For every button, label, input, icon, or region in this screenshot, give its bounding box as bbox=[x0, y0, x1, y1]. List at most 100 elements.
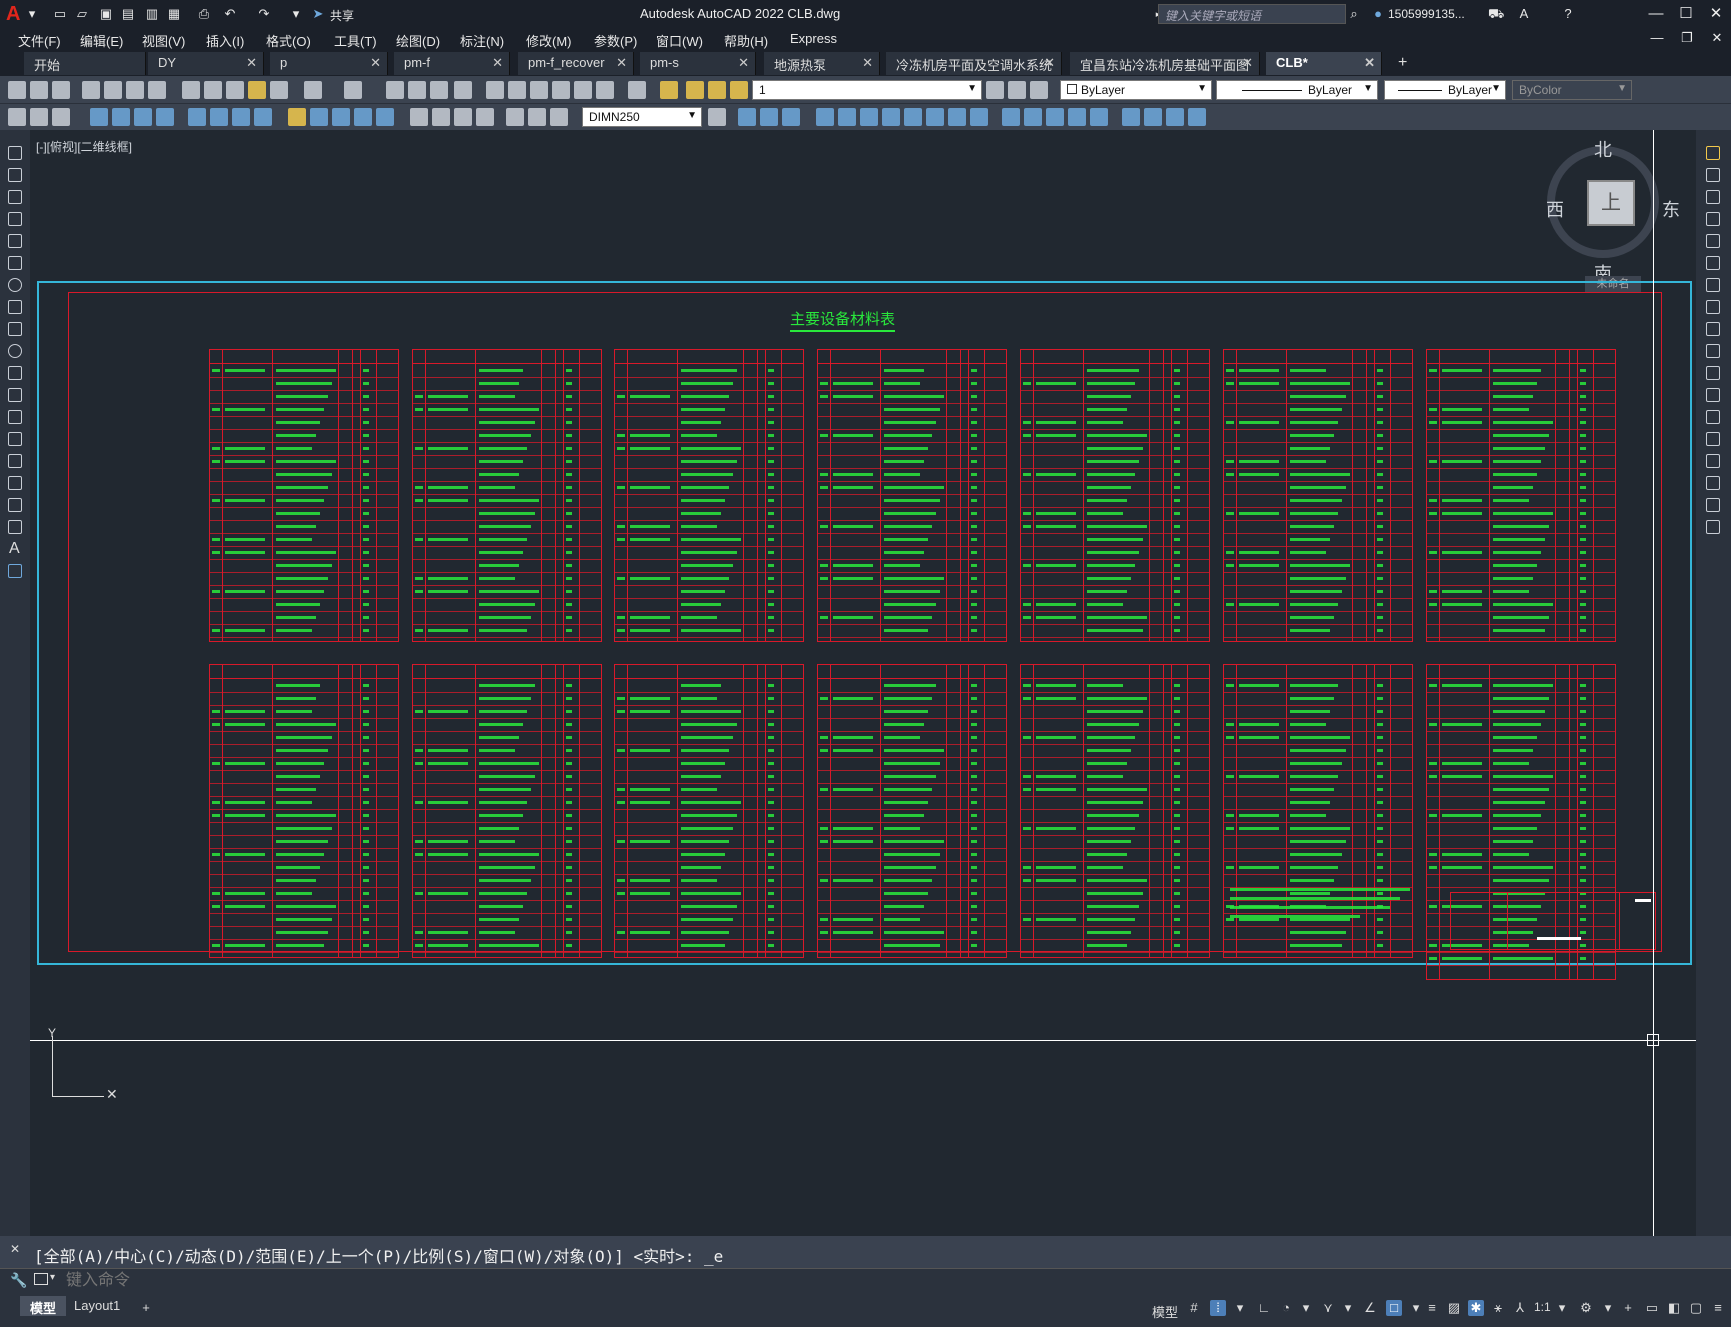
point-icon[interactable] bbox=[8, 432, 22, 446]
minimize-button[interactable]: — bbox=[1645, 4, 1667, 24]
hatch-icon[interactable] bbox=[8, 454, 22, 468]
annotation-visibility-icon[interactable]: ⚹ bbox=[1490, 1300, 1506, 1316]
explode-icon[interactable] bbox=[1090, 108, 1108, 126]
layer-properties-icon[interactable] bbox=[660, 81, 678, 99]
trim-tool-icon[interactable] bbox=[1706, 344, 1720, 358]
arc-length-icon[interactable] bbox=[134, 108, 152, 126]
toolbar-redo-icon[interactable] bbox=[344, 81, 362, 99]
search-icon[interactable]: ⌕ bbox=[1346, 6, 1362, 22]
paste-icon[interactable] bbox=[226, 81, 244, 99]
equipment-table[interactable] bbox=[412, 349, 602, 642]
extend-tool-icon[interactable] bbox=[1706, 366, 1720, 380]
rotate-tool-icon[interactable] bbox=[1706, 278, 1720, 292]
quick-properties-icon[interactable]: ◧ bbox=[1666, 1300, 1682, 1316]
baseline-dimension-icon[interactable] bbox=[310, 108, 328, 126]
color-dropdown[interactable]: ByLayer ▼ bbox=[1060, 80, 1212, 100]
make-block-icon[interactable] bbox=[8, 410, 22, 424]
tab-pm-f-recover[interactable]: pm-f_recover ✕ bbox=[518, 52, 634, 75]
break-icon[interactable] bbox=[1002, 108, 1020, 126]
compass-north[interactable]: 北 bbox=[1594, 136, 1612, 162]
new-file-icon[interactable]: ▭ bbox=[52, 6, 68, 22]
add-selected-icon[interactable] bbox=[8, 564, 22, 578]
blend-icon[interactable] bbox=[1706, 498, 1720, 512]
chevron-down-icon[interactable]: ▾ bbox=[1600, 1300, 1616, 1316]
lineweight-toggle-icon[interactable]: ≡ bbox=[1424, 1300, 1440, 1316]
tab-chiller-room-plan[interactable]: 冷冻机房平面及空调水系统 ✕ bbox=[886, 52, 1062, 75]
tab-dy[interactable]: DY ✕ bbox=[148, 52, 264, 75]
design-center-icon[interactable] bbox=[508, 81, 526, 99]
open-file-icon[interactable]: ▱ bbox=[74, 6, 90, 22]
sheet-set-icon[interactable] bbox=[552, 81, 570, 99]
gradient-icon[interactable] bbox=[8, 476, 22, 490]
menu-view[interactable]: 视图(V) bbox=[142, 31, 185, 50]
menu-file[interactable]: 文件(F) bbox=[18, 31, 61, 50]
bring-front-icon[interactable] bbox=[1166, 108, 1184, 126]
equipment-table[interactable] bbox=[209, 664, 399, 958]
angular-dimension-icon[interactable] bbox=[254, 108, 272, 126]
annotation-monitor-plus-icon[interactable]: + bbox=[1620, 1300, 1636, 1316]
move-icon[interactable] bbox=[860, 108, 878, 126]
explode-tool-icon[interactable] bbox=[1706, 520, 1720, 534]
array-icon[interactable] bbox=[838, 108, 856, 126]
fillet-icon[interactable] bbox=[1068, 108, 1086, 126]
arc-icon[interactable] bbox=[8, 256, 22, 270]
layer-states-icon[interactable] bbox=[1030, 81, 1048, 99]
annotation-scale-value[interactable]: 1:1 bbox=[1534, 1300, 1551, 1314]
maximize-button[interactable]: ☐ bbox=[1675, 4, 1697, 24]
tab-close-icon[interactable]: ✕ bbox=[492, 55, 503, 71]
design-notes[interactable] bbox=[1230, 888, 1410, 924]
equipment-table[interactable] bbox=[817, 349, 1007, 642]
ordinate-dimension-icon[interactable] bbox=[156, 108, 174, 126]
polar-icon[interactable]: ◔ bbox=[1278, 1300, 1294, 1316]
sheet-title[interactable]: 主要设备材料表 bbox=[790, 308, 896, 332]
chevron-down-icon[interactable]: ▾ bbox=[1232, 1300, 1248, 1316]
offset-icon[interactable] bbox=[816, 108, 834, 126]
app-menu-chevron-icon[interactable]: ▾ bbox=[24, 6, 40, 22]
qnew-icon[interactable] bbox=[8, 81, 26, 99]
rotate-icon[interactable] bbox=[882, 108, 900, 126]
chevron-down-icon[interactable]: ▾ bbox=[1298, 1300, 1314, 1316]
add-layout-plus-icon[interactable]: + bbox=[138, 1300, 154, 1316]
extend-icon[interactable] bbox=[970, 108, 988, 126]
linetype-dropdown[interactable]: ByLayer ▼ bbox=[1216, 80, 1378, 100]
spline-icon[interactable] bbox=[8, 322, 22, 336]
tool-palettes-icon[interactable] bbox=[530, 81, 548, 99]
menu-modify[interactable]: 修改(M) bbox=[526, 31, 572, 50]
grid-icon[interactable]: # bbox=[1186, 1300, 1202, 1316]
dimension-style-icon[interactable] bbox=[708, 108, 726, 126]
plot-icon[interactable] bbox=[82, 81, 100, 99]
continue-dimension-icon[interactable] bbox=[332, 108, 350, 126]
quick-dimension-icon[interactable] bbox=[288, 108, 306, 126]
make-current-layer-icon[interactable] bbox=[986, 81, 1004, 99]
break-tool-icon[interactable] bbox=[1706, 410, 1720, 424]
help-icon[interactable]: ? bbox=[1560, 6, 1576, 22]
scale-icon[interactable] bbox=[904, 108, 922, 126]
chevron-down-icon[interactable]: ▾ bbox=[50, 1272, 55, 1283]
explode-2-icon[interactable] bbox=[1122, 108, 1140, 126]
menu-parametric[interactable]: 参数(P) bbox=[594, 31, 637, 50]
dimstyle-dropdown[interactable]: DIMN250 ▼ bbox=[582, 107, 702, 127]
array-tool-icon[interactable] bbox=[1706, 234, 1720, 248]
cart-icon[interactable]: ⛟ bbox=[1488, 6, 1504, 22]
new-tab-plus-icon[interactable]: + bbox=[1398, 54, 1407, 72]
equipment-table[interactable] bbox=[1223, 349, 1413, 642]
chamfer-icon[interactable] bbox=[1046, 108, 1064, 126]
revision-cloud-icon[interactable] bbox=[8, 300, 22, 314]
customization-menu-icon[interactable]: ≡ bbox=[1710, 1300, 1726, 1316]
rectangle-icon[interactable] bbox=[8, 234, 22, 248]
trim-icon[interactable] bbox=[948, 108, 966, 126]
save-web-icon[interactable]: ▦ bbox=[166, 6, 182, 22]
selection-cycling-icon[interactable]: ✱ bbox=[1468, 1300, 1484, 1316]
polygon-icon[interactable] bbox=[8, 212, 22, 226]
tab-close-icon[interactable]: ✕ bbox=[738, 55, 749, 71]
tab-p[interactable]: p ✕ bbox=[270, 52, 388, 75]
equipment-table[interactable] bbox=[614, 349, 804, 642]
search-input[interactable]: 键入关键字或短语 bbox=[1158, 4, 1346, 24]
zoom-realtime-icon[interactable] bbox=[408, 81, 426, 99]
menu-draw[interactable]: 绘图(D) bbox=[396, 31, 440, 50]
tab-close-icon[interactable]: ✕ bbox=[246, 55, 257, 71]
zoom-previous-icon[interactable] bbox=[454, 81, 472, 99]
command-input[interactable] bbox=[66, 1271, 1686, 1291]
menu-window[interactable]: 窗口(W) bbox=[656, 31, 703, 50]
offset-tool-icon[interactable] bbox=[1706, 212, 1720, 226]
